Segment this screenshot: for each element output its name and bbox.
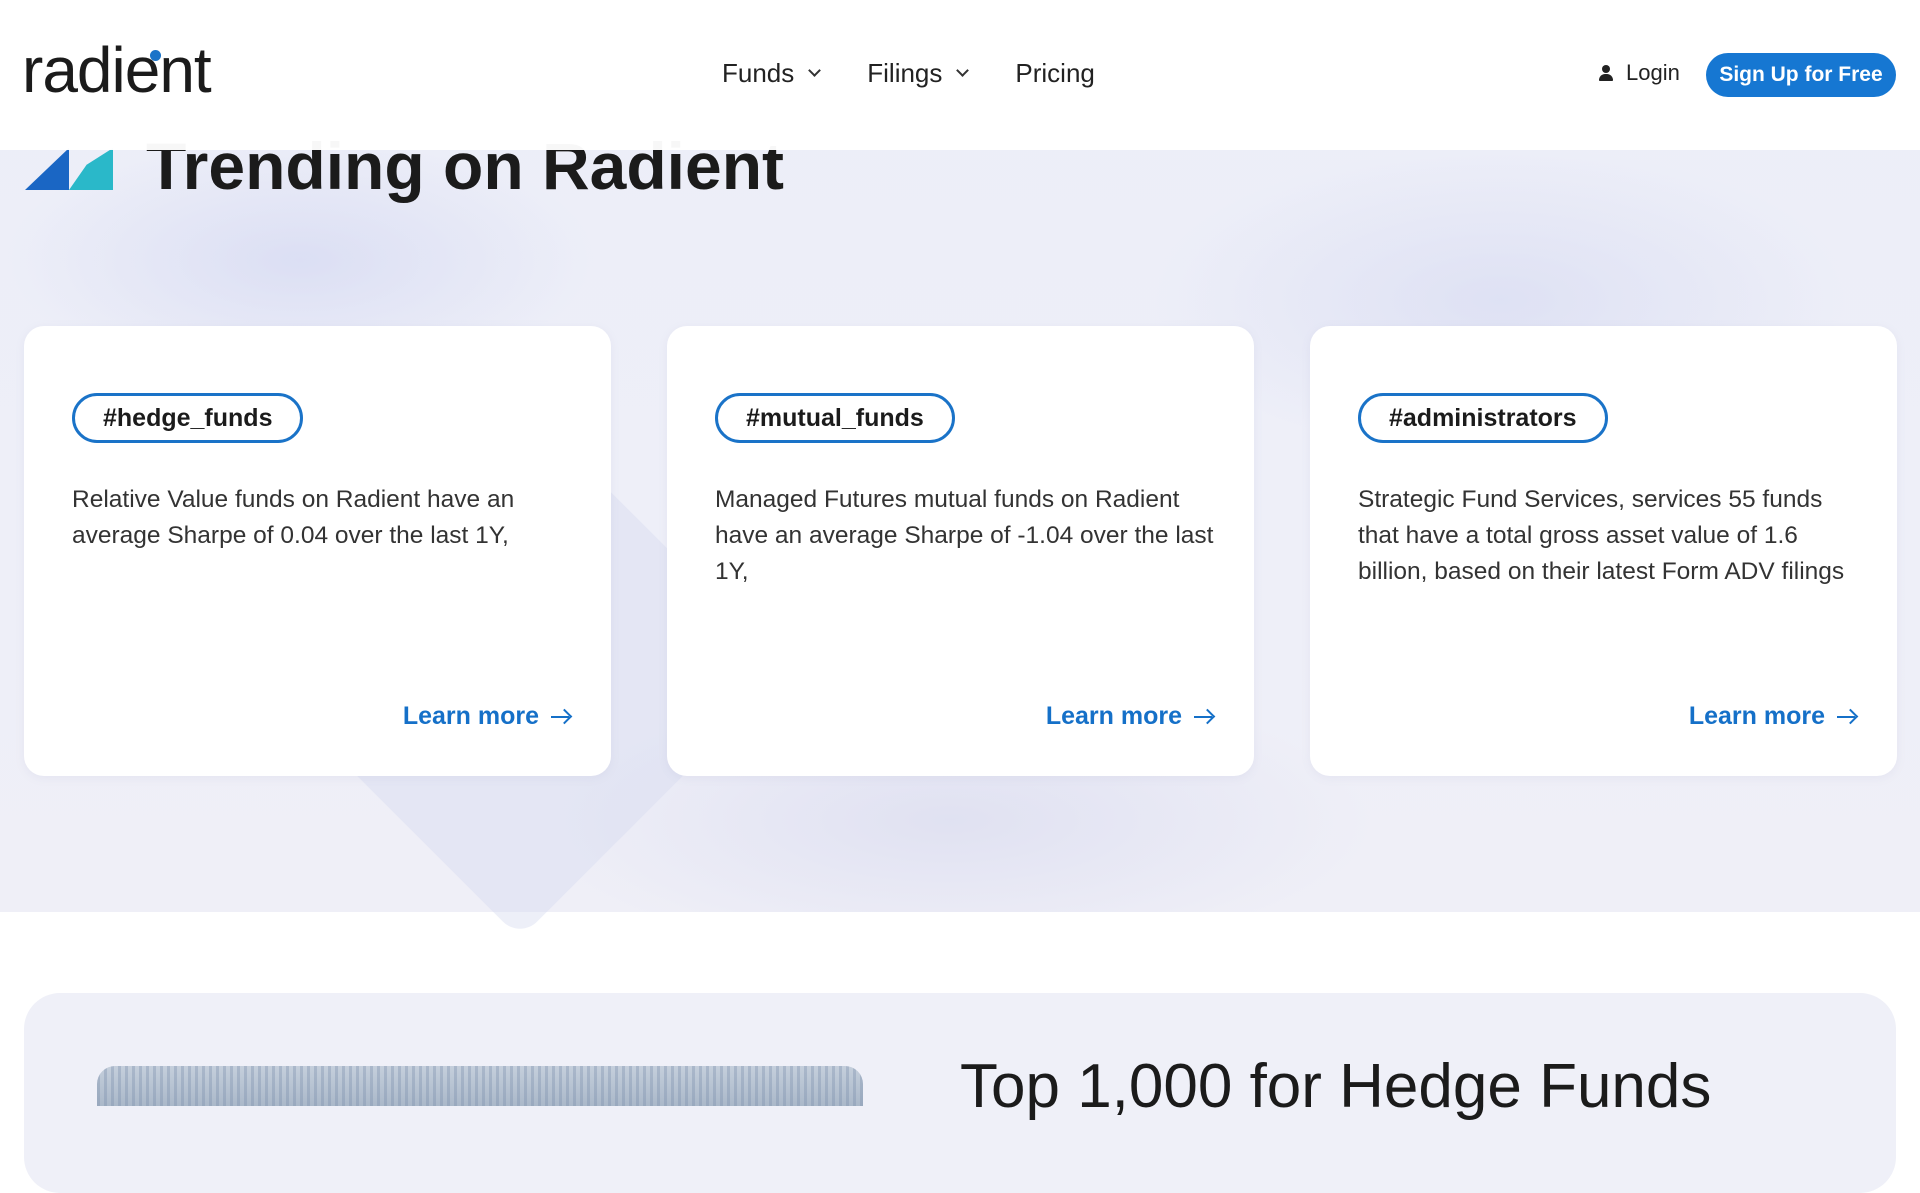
promo-image: [97, 1066, 863, 1106]
nav-filings[interactable]: Filings: [867, 58, 970, 89]
login-label: Login: [1626, 60, 1680, 85]
learn-more-link[interactable]: Learn more: [1688, 702, 1859, 731]
learn-more-label: Learn more: [402, 702, 539, 730]
logo-dot-icon: [150, 50, 161, 61]
chevron-down-icon: [808, 64, 822, 77]
trending-card: #mutual_funds Managed Futures mutual fun…: [667, 326, 1254, 776]
radient-mark-icon: [25, 148, 115, 190]
main-nav: Funds Filings Pricing: [722, 58, 1095, 89]
arrow-right-icon: [551, 708, 573, 725]
hashtag-badge[interactable]: #mutual_funds: [715, 393, 955, 443]
arrow-right-icon: [1837, 708, 1859, 725]
learn-more-link[interactable]: Learn more: [1045, 702, 1216, 731]
nav-funds-label: Funds: [722, 58, 795, 88]
trending-card: #hedge_funds Relative Value funds on Rad…: [24, 326, 611, 776]
login-link[interactable]: Login: [1598, 60, 1680, 86]
learn-more-label: Learn more: [1045, 702, 1182, 730]
learn-more-label: Learn more: [1688, 702, 1825, 730]
signup-button[interactable]: Sign Up for Free: [1706, 53, 1896, 97]
arrow-right-icon: [1194, 708, 1216, 725]
nav-pricing-label: Pricing: [1015, 58, 1095, 88]
hashtag-badge[interactable]: #hedge_funds: [72, 393, 304, 443]
chevron-down-icon: [956, 64, 970, 77]
learn-more-link[interactable]: Learn more: [402, 702, 573, 731]
trending-card: #administrators Strategic Fund Services,…: [1310, 326, 1897, 776]
card-description: Strategic Fund Services, services 55 fun…: [1358, 486, 1845, 585]
hashtag-badge[interactable]: #administrators: [1358, 393, 1608, 443]
nav-filings-label: Filings: [867, 58, 943, 88]
card-description: Managed Futures mutual funds on Radient …: [715, 486, 1214, 585]
nav-pricing[interactable]: Pricing: [1015, 58, 1094, 89]
card-description: Relative Value funds on Radient have an …: [72, 486, 515, 549]
logo[interactable]: radient: [22, 38, 212, 102]
site-header: radient Funds Filings Pricing Login Sign…: [0, 0, 1920, 150]
nav-funds[interactable]: Funds: [722, 58, 822, 89]
promo-title: Top 1,000 for Hedge Funds: [960, 1052, 1712, 1121]
user-icon: [1598, 65, 1614, 81]
